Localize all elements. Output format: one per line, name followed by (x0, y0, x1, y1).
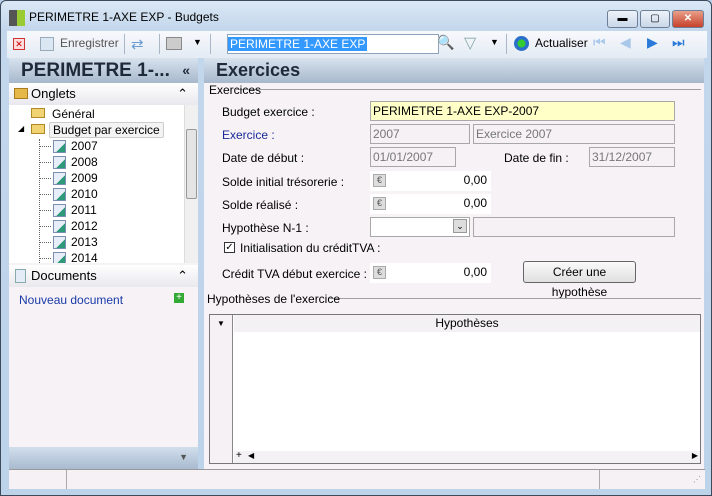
budget-document-icon (53, 156, 66, 169)
exercice-name-field: Exercice 2007 (473, 124, 675, 144)
maximize-button[interactable]: ▢ (640, 10, 670, 28)
credit-tva-field[interactable]: €0,00 (370, 263, 491, 283)
date-fin-field: 31/12/2007 (589, 147, 675, 167)
tree-item-year[interactable]: 2011 (71, 203, 97, 217)
tree-item-year[interactable]: 2014 (71, 251, 98, 263)
scroll-right-icon[interactable]: ▶ (692, 451, 698, 460)
tree-item-year[interactable]: 2010 (71, 187, 98, 201)
next-record-icon[interactable]: ▶ (647, 34, 658, 51)
left-panel-header: PERIMETRE 1-... « (9, 58, 198, 83)
left-panel: Onglets ⌃ Général ◢ Budget par exercice 2… (9, 83, 198, 469)
tree-item-year[interactable]: 2013 (71, 235, 98, 249)
collapse-icon[interactable]: ⌃ (177, 83, 188, 105)
grid-horizontal-scrollbar[interactable]: + ◀ ▶ (234, 450, 700, 463)
tree-item-year[interactable]: 2008 (71, 155, 98, 169)
create-hypothesis-button[interactable]: Créer une hypothèse (523, 261, 636, 299)
init-tva-checkbox[interactable]: ✓ (224, 242, 235, 253)
print-dropdown-icon[interactable]: ▼ (193, 37, 202, 47)
filter-dropdown-icon[interactable]: ▼ (490, 37, 499, 47)
euro-icon: € (373, 174, 386, 187)
main-header: Exercices (204, 58, 704, 83)
tree-view: Général ◢ Budget par exercice 2007 2008 … (9, 105, 198, 263)
budget-document-icon (53, 252, 66, 263)
grid-column-header-hypotheses[interactable]: Hypothèses (234, 315, 700, 332)
refresh-button[interactable]: Actualiser (535, 36, 588, 50)
panel-overflow-bar[interactable]: ▼ (9, 447, 198, 469)
main-panel: Exercices Budget exercice : PERIMETRE 1-… (204, 83, 704, 469)
solde-realise-field[interactable]: €0,00 (370, 194, 491, 214)
sync-icon[interactable]: ⇄ (131, 35, 144, 53)
exercice-label[interactable]: Exercice : (222, 128, 275, 142)
search-icon[interactable]: 🔍 (437, 34, 454, 51)
budget-document-icon (53, 172, 66, 185)
budget-document-icon (53, 204, 66, 217)
folder-open-icon (31, 124, 45, 134)
tree-item-year[interactable]: 2007 (71, 139, 98, 153)
documents-section-header[interactable]: Documents ⌃ (9, 265, 198, 287)
search-input[interactable]: PERIMETRE 1-AXE EXP (227, 34, 439, 54)
solde-initial-label: Solde initial trésorerie : (222, 175, 345, 189)
first-record-icon[interactable]: ⏮ (593, 34, 606, 51)
tree-item-year[interactable]: 2012 (71, 219, 98, 233)
budget-document-icon (53, 140, 66, 153)
euro-icon: € (373, 266, 386, 279)
tree-item-general[interactable]: Général (52, 107, 95, 121)
budget-document-icon (53, 236, 66, 249)
budget-document-icon (53, 188, 66, 201)
new-document-link[interactable]: Nouveau document (19, 293, 123, 307)
exercices-group-label: Exercices (209, 83, 262, 97)
onglets-section-header[interactable]: Onglets ⌃ (9, 83, 198, 105)
toolbar: ✕ Enregistrer ⇄ ▼ PERIMETRE 1-AXE EXP 🔍 … (7, 31, 707, 58)
filter-icon[interactable]: ▽ (464, 33, 476, 53)
print-icon[interactable] (166, 37, 182, 50)
budget-exercice-field[interactable]: PERIMETRE 1-AXE EXP-2007 (370, 101, 675, 121)
application-window: PERIMETRE 1-AXE EXP - Budgets ▬ ▢ ✕ ✕ En… (0, 0, 712, 496)
collapse-panel-button[interactable]: « (182, 58, 190, 83)
add-icon[interactable]: + (174, 293, 184, 303)
chevron-double-down-icon[interactable]: ⌄ (453, 219, 467, 233)
date-debut-label: Date de début : (222, 151, 305, 165)
date-debut-field: 01/01/2007 (370, 147, 456, 167)
init-tva-label: Initialisation du créditTVA : (240, 241, 381, 255)
tree-item-year[interactable]: 2009 (71, 171, 98, 185)
last-record-icon[interactable]: ⏭ (672, 34, 685, 51)
grid-menu-icon[interactable]: ▼ (217, 319, 225, 328)
save-icon (40, 37, 54, 51)
date-fin-label: Date de fin : (504, 151, 569, 165)
euro-icon: € (373, 197, 386, 210)
refresh-icon[interactable] (514, 36, 529, 51)
collapse-icon[interactable]: ⌃ (177, 265, 188, 287)
status-bar: ⋰ (9, 469, 705, 489)
minimize-button[interactable]: ▬ (607, 10, 638, 28)
folder-icon (14, 88, 28, 99)
budget-document-icon (53, 220, 66, 233)
document-icon (15, 269, 26, 283)
close-button[interactable]: ✕ (672, 10, 704, 28)
resize-grip-icon[interactable]: ⋰ (693, 475, 701, 484)
exercice-code-field: 2007 (370, 124, 470, 144)
window-title: PERIMETRE 1-AXE EXP - Budgets (29, 10, 219, 24)
credit-tva-label: Crédit TVA début exercice : (222, 267, 367, 281)
delete-icon[interactable]: ✕ (13, 38, 25, 50)
left-panel-title: PERIMETRE 1-... (21, 60, 170, 81)
save-button[interactable]: Enregistrer (60, 36, 119, 50)
scroll-left-icon[interactable]: ◀ (248, 451, 254, 460)
budget-label: Budget exercice : (222, 105, 315, 119)
hypothese-name-field (473, 217, 675, 237)
tree-item-budget-par-exercice[interactable]: Budget par exercice (49, 122, 164, 138)
previous-record-icon[interactable]: ◀ (620, 34, 631, 51)
hypotheses-grid: ▼ Hypothèses + ◀ ▶ (209, 314, 701, 464)
hypothese-label: Hypothèse N-1 : (222, 221, 309, 235)
solde-initial-field[interactable]: €0,00 (370, 171, 491, 191)
hypotheses-group-label: Hypothèses de l'exercice (207, 292, 341, 306)
app-logo-icon (9, 10, 25, 26)
solde-realise-label: Solde réalisé : (222, 198, 299, 212)
add-row-icon[interactable]: + (236, 450, 242, 461)
chevron-down-icon[interactable]: ▼ (179, 452, 188, 462)
tree-scrollbar[interactable] (184, 105, 198, 263)
